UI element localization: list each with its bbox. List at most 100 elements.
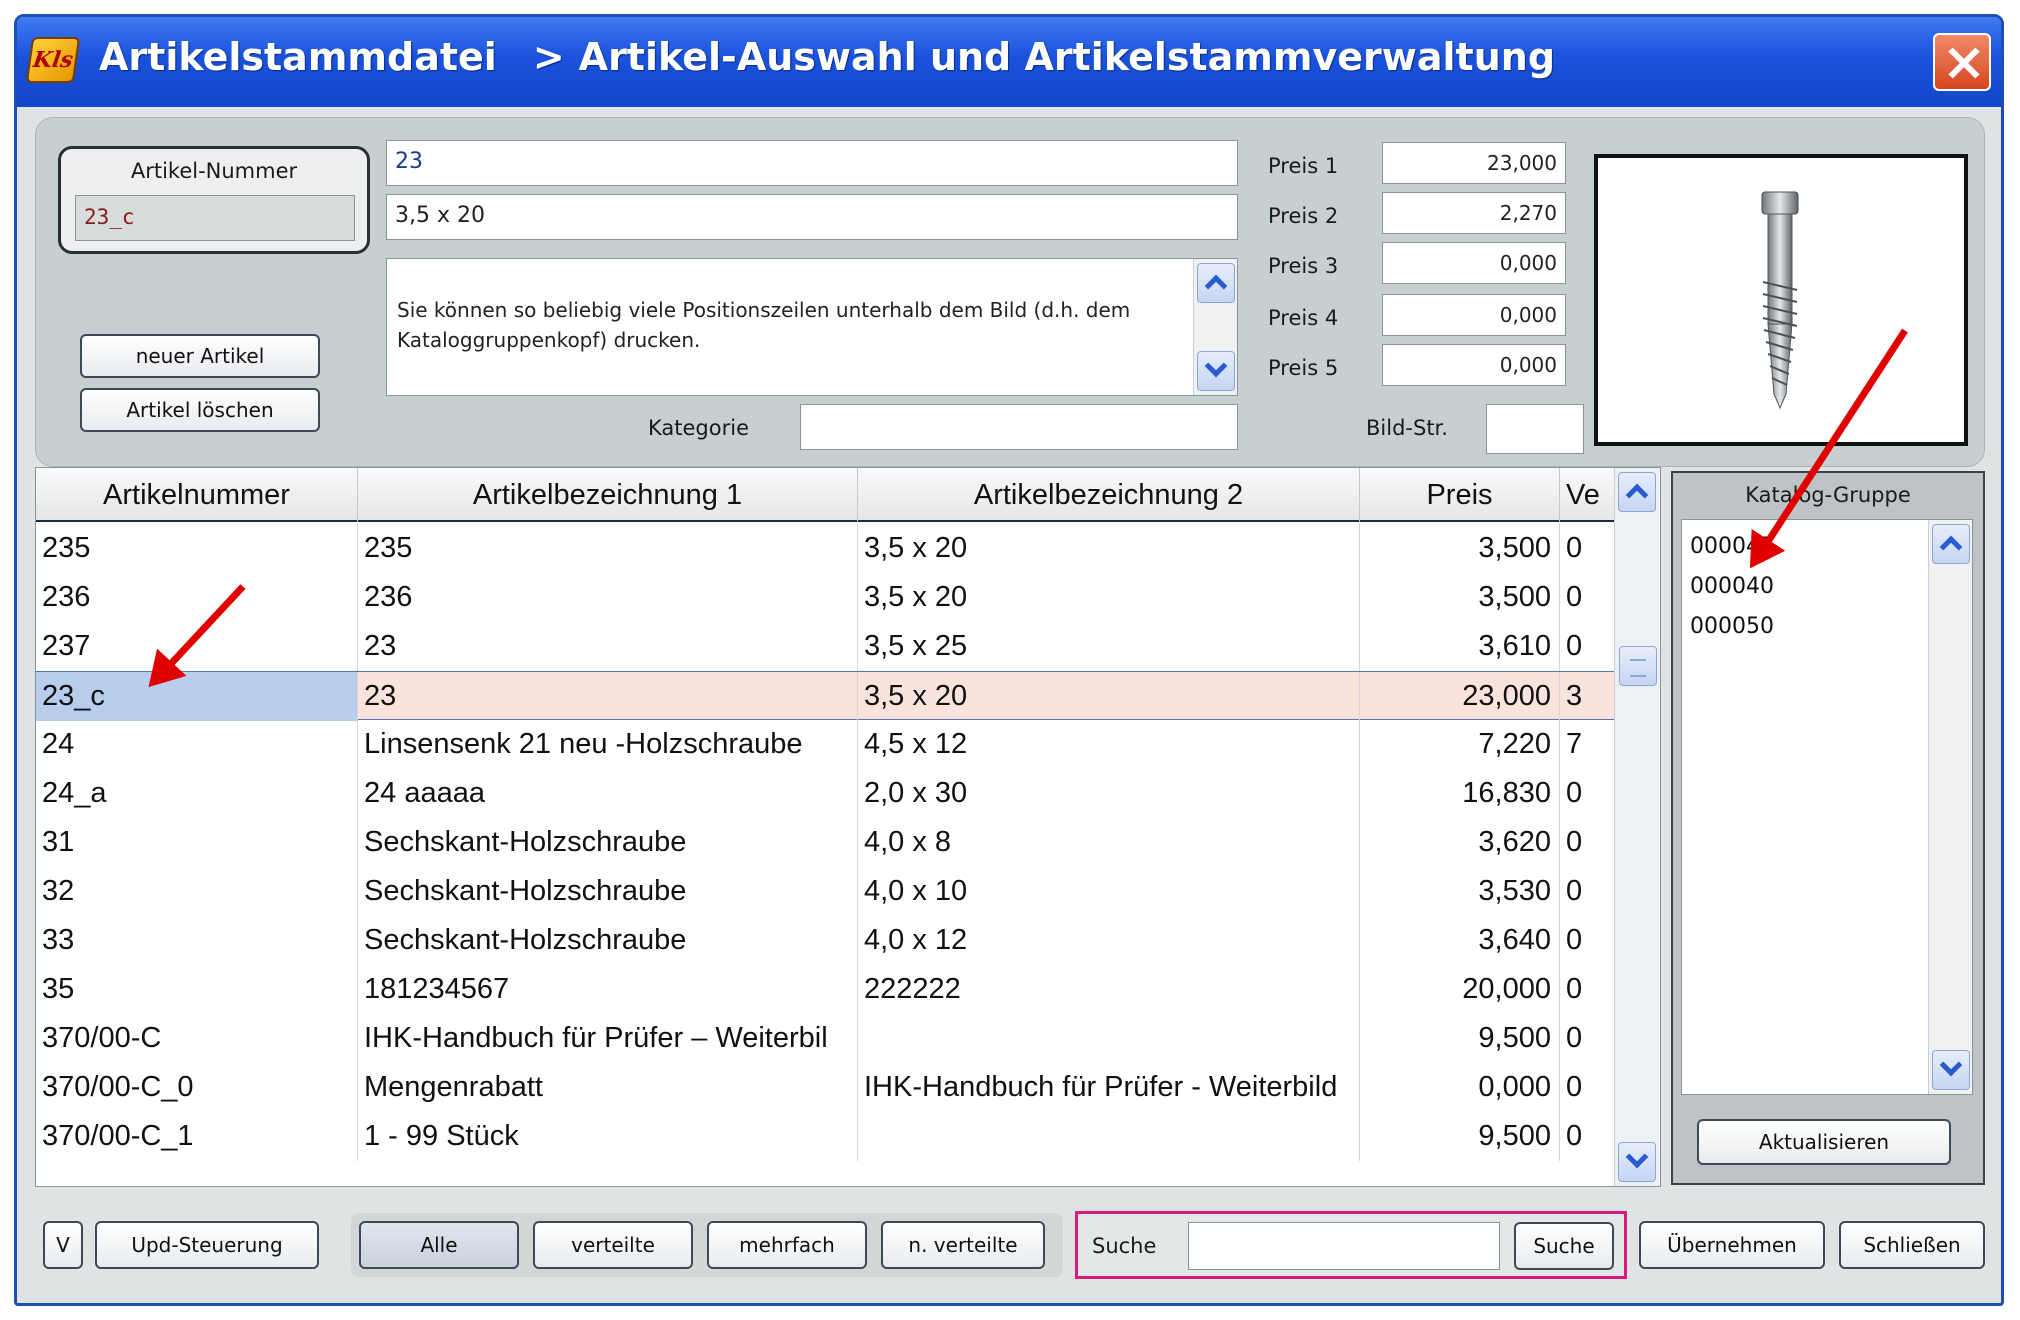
search-group: Suche Suche — [1075, 1211, 1627, 1279]
preis-cell: 3,530 — [1360, 867, 1560, 916]
col-bezeichnung2[interactable]: Artikelbezeichnung 2 — [858, 468, 1360, 522]
apply-button[interactable]: Übernehmen — [1639, 1221, 1825, 1269]
filter-n-verteilte-button[interactable]: n. verteilte — [881, 1221, 1045, 1269]
artnum-field[interactable]: 23_c — [75, 195, 355, 241]
bezeichnung2-cell — [858, 1112, 1360, 1161]
ve-cell: 0 — [1560, 1014, 1616, 1063]
artikelnummer-cell: 24_a — [36, 769, 358, 818]
close-icon[interactable] — [1933, 33, 1991, 91]
col-artikelnummer[interactable]: Artikelnummer — [36, 468, 358, 522]
price3-field[interactable]: 0,000 — [1382, 242, 1566, 284]
bezeichnung2-cell: IHK-Handbuch für Prüfer - Weiterbild — [858, 1063, 1360, 1112]
chevron-down-icon — [1204, 354, 1228, 378]
new-article-button[interactable]: neuer Artikel — [80, 334, 320, 378]
bezeichnung2-cell: 4,5 x 12 — [858, 720, 1360, 769]
bezeichnung2-cell — [858, 1014, 1360, 1063]
artikelnummer-cell: 31 — [36, 818, 358, 867]
table-row[interactable]: 370/00-C_1 1 - 99 Stück 9,500 0 — [36, 1112, 1616, 1161]
bezeichnung2-cell: 4,0 x 8 — [858, 818, 1360, 867]
ve-cell: 0 — [1560, 573, 1616, 622]
ve-cell: 0 — [1560, 769, 1616, 818]
ve-cell: 3 — [1560, 672, 1616, 721]
upd-steuerung-button[interactable]: Upd-Steuerung — [95, 1221, 319, 1269]
artikelnummer-cell: 33 — [36, 916, 358, 965]
price3-label: Preis 3 — [1268, 254, 1339, 278]
table-row[interactable]: 236 236 3,5 x 20 3,500 0 — [36, 573, 1616, 622]
bezeichnung1-field[interactable]: 23 — [386, 140, 1238, 186]
bezeichnung1-cell: Linsensenk 21 neu -Holzschraube — [358, 720, 858, 769]
table-row[interactable]: 32 Sechskant-Holzschraube 4,0 x 10 3,530 0 — [36, 867, 1616, 916]
description-textarea[interactable]: Sie können so beliebig viele Positionsze… — [386, 258, 1238, 396]
filter-mehrfach-button[interactable]: mehrfach — [707, 1221, 867, 1269]
table-row[interactable]: 31 Sechskant-Holzschraube 4,0 x 8 3,620 0 — [36, 818, 1616, 867]
table-row[interactable]: 35 181234567 222222 20,000 0 — [36, 965, 1616, 1014]
bezeichnung2-cell: 4,0 x 12 — [858, 916, 1360, 965]
ve-cell: 0 — [1560, 916, 1616, 965]
filter-verteilte-button[interactable]: verteilte — [533, 1221, 693, 1269]
ve-cell: 0 — [1560, 965, 1616, 1014]
artikelnummer-cell: 370/00-C_0 — [36, 1063, 358, 1112]
table-scrollbar[interactable] — [1614, 468, 1660, 1186]
list-item[interactable]: 000040 — [1690, 574, 1774, 599]
artikelnummer-cell: 32 — [36, 867, 358, 916]
bezeichnung2-field[interactable]: 3,5 x 20 — [386, 194, 1238, 240]
price4-label: Preis 4 — [1268, 306, 1339, 330]
table-row[interactable]: 23_c 23 3,5 x 20 23,000 3 — [36, 671, 1616, 721]
table-scroll-thumb[interactable] — [1619, 646, 1657, 686]
table-row[interactable]: 235 235 3,5 x 20 3,500 0 — [36, 524, 1616, 573]
table-row[interactable]: 370/00-C IHK-Handbuch für Prüfer – Weiter… — [36, 1014, 1616, 1063]
col-preis[interactable]: Preis — [1360, 468, 1560, 522]
katalog-scroll-down-button[interactable] — [1932, 1050, 1970, 1090]
artikelnummer-cell: 23_c — [36, 672, 358, 721]
search-input[interactable] — [1188, 1222, 1500, 1270]
refresh-button[interactable]: Aktualisieren — [1697, 1119, 1951, 1165]
preis-cell: 9,500 — [1360, 1112, 1560, 1161]
artikelnummer-cell: 35 — [36, 965, 358, 1014]
price4-field[interactable]: 0,000 — [1382, 294, 1566, 336]
filter-all-button[interactable]: Alle — [359, 1221, 519, 1269]
title-separator: > — [532, 35, 565, 79]
bezeichnung2-cell: 3,5 x 20 — [858, 573, 1360, 622]
katalog-gruppe-label: Katalog-Gruppe — [1745, 483, 1911, 507]
scroll-up-button[interactable] — [1197, 263, 1235, 303]
katalog-scrollbar[interactable] — [1928, 520, 1972, 1094]
ve-cell: 0 — [1560, 867, 1616, 916]
table-row[interactable]: 33 Sechskant-Holzschraube 4,0 x 12 3,640 0 — [36, 916, 1616, 965]
table-scroll-up-button[interactable] — [1618, 472, 1656, 512]
preis-cell: 3,620 — [1360, 818, 1560, 867]
delete-article-button[interactable]: Artikel löschen — [80, 388, 320, 432]
scroll-down-button[interactable] — [1197, 351, 1235, 391]
window-title: Artikelstammdatei > Artikel-Auswahl und Ar… — [99, 35, 1555, 79]
v-button[interactable]: V — [43, 1221, 83, 1269]
preis-cell: 7,220 — [1360, 720, 1560, 769]
list-item[interactable]: 000050 — [1690, 614, 1774, 639]
katalog-scroll-up-button[interactable] — [1932, 524, 1970, 564]
price5-field[interactable]: 0,000 — [1382, 344, 1566, 386]
table-scroll-down-button[interactable] — [1618, 1142, 1656, 1182]
price2-field[interactable]: 2,270 — [1382, 192, 1566, 234]
bezeichnung1-cell: Sechskant-Holzschraube — [358, 818, 858, 867]
col-ve[interactable]: Ve — [1560, 468, 1616, 522]
close-button[interactable]: Schließen — [1839, 1221, 1985, 1269]
description-scrollbar[interactable] — [1193, 259, 1237, 395]
table-header: Artikelnummer Artikelbezeichnung 1 Artik… — [36, 468, 1616, 522]
article-table[interactable]: Artikelnummer Artikelbezeichnung 1 Artik… — [35, 467, 1661, 1187]
screw-icon — [1761, 191, 1799, 410]
chevron-up-icon — [1939, 535, 1963, 559]
bezeichnung2-cell: 2,0 x 30 — [858, 769, 1360, 818]
title-bar[interactable]: Kls Artikelstammdatei > Artikel-Auswahl un… — [17, 17, 2001, 107]
katalog-gruppe-list[interactable]: 000045 000040 000050 — [1681, 519, 1973, 1095]
table-row[interactable]: 370/00-C_0 Mengenrabatt IHK-Handbuch für P… — [36, 1063, 1616, 1112]
bild-field[interactable] — [1486, 404, 1584, 454]
artikelnummer-cell: 235 — [36, 524, 358, 573]
col-bezeichnung1[interactable]: Artikelbezeichnung 1 — [358, 468, 858, 522]
ve-cell: 0 — [1560, 1063, 1616, 1112]
title-part-1: Artikelstammdatei — [99, 35, 497, 79]
chevron-up-icon — [1625, 483, 1649, 507]
table-row[interactable]: 237 23 3,5 x 25 3,610 0 — [36, 622, 1616, 671]
table-row[interactable]: 24 Linsensenk 21 neu -Holzschraube 4,5 x 1… — [36, 720, 1616, 769]
table-row[interactable]: 24_a 24 aaaaa 2,0 x 30 16,830 0 — [36, 769, 1616, 818]
search-button[interactable]: Suche — [1514, 1222, 1614, 1270]
price1-field[interactable]: 23,000 — [1382, 142, 1566, 184]
kategorie-field[interactable] — [800, 404, 1238, 450]
